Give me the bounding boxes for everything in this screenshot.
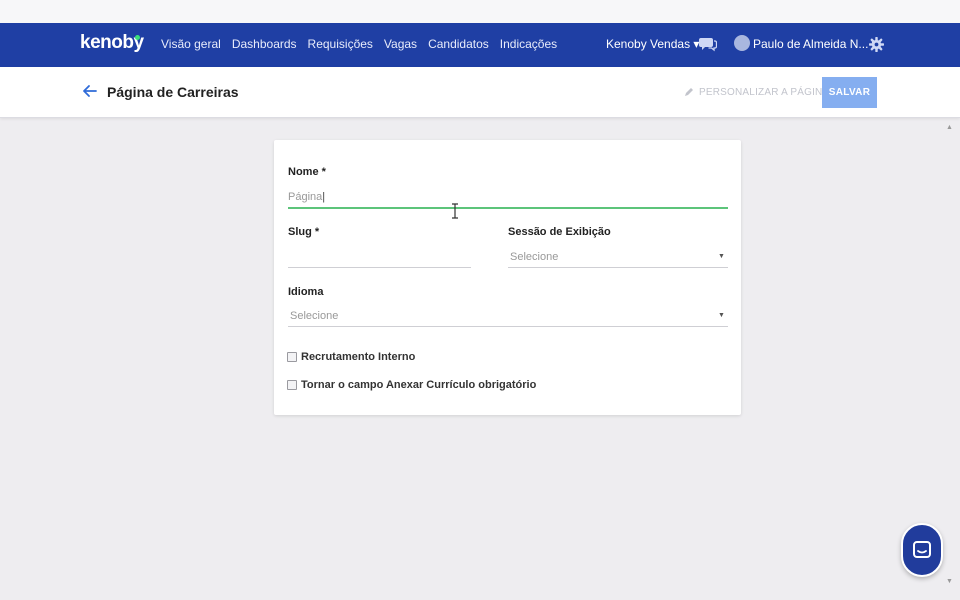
- sessao-label: Sessão de Exibição: [508, 226, 611, 238]
- nav-link-requisicoes[interactable]: Requisições: [308, 37, 373, 51]
- form-card: Nome * Página| Slug * Sessão de Exibição…: [274, 140, 741, 415]
- nav-link-vagas[interactable]: Vagas: [384, 37, 417, 51]
- page-title: Página de Carreiras: [107, 84, 239, 100]
- logo-dot: [135, 35, 140, 40]
- anexar-curriculo-checkbox[interactable]: [287, 380, 297, 390]
- top-navbar: kenoby Visão geral Dashboards Requisiçõe…: [0, 23, 960, 67]
- gear-icon[interactable]: [869, 37, 884, 52]
- browser-top-strip: [0, 0, 960, 23]
- text-caret: |: [322, 191, 326, 203]
- recrutamento-interno-checkbox[interactable]: [287, 352, 297, 362]
- idioma-select-arrow-icon[interactable]: ▼: [718, 312, 725, 319]
- nome-input-value: Página: [288, 191, 323, 203]
- back-arrow-icon[interactable]: [82, 83, 98, 99]
- nome-input[interactable]: Página|: [288, 191, 325, 203]
- company-dropdown[interactable]: Kenoby Vendas ▾: [606, 37, 699, 51]
- nav-link-dashboards[interactable]: Dashboards: [232, 37, 297, 51]
- avatar[interactable]: [734, 35, 750, 51]
- chat-bubble-icon: [913, 541, 931, 558]
- sessao-select[interactable]: Selecione: [510, 251, 558, 263]
- nav-link-visao-geral[interactable]: Visão geral: [161, 37, 221, 51]
- save-button[interactable]: SALVAR: [822, 77, 877, 108]
- pencil-icon: [685, 88, 693, 96]
- slug-label: Slug *: [288, 226, 320, 238]
- customize-page-button[interactable]: PERSONALIZAR A PÁGINA: [699, 87, 829, 98]
- scrollbar-up-arrow[interactable]: ▲: [946, 124, 953, 131]
- help-chat-button[interactable]: [901, 523, 943, 577]
- chat-icon[interactable]: [699, 36, 717, 52]
- sessao-select-underline: [508, 267, 728, 268]
- idioma-select[interactable]: Selecione: [290, 310, 338, 322]
- idioma-label: Idioma: [288, 286, 324, 298]
- anexar-curriculo-label[interactable]: Tornar o campo Anexar Currículo obrigató…: [301, 379, 536, 391]
- nome-input-underline: [288, 207, 728, 209]
- slug-input[interactable]: [288, 267, 471, 268]
- nav-link-candidatos[interactable]: Candidatos: [428, 37, 489, 51]
- idioma-select-underline: [288, 326, 728, 327]
- nome-label: Nome *: [288, 166, 326, 178]
- nav-link-indicacoes[interactable]: Indicações: [500, 37, 557, 51]
- user-menu[interactable]: Paulo de Almeida N... ▾: [753, 37, 878, 51]
- text-cursor-icon: [452, 203, 458, 219]
- recrutamento-interno-label[interactable]: Recrutamento Interno: [301, 351, 415, 363]
- kenoby-logo[interactable]: kenoby: [80, 32, 144, 54]
- main-nav: Visão geral Dashboards Requisições Vagas…: [161, 37, 557, 51]
- scrollbar-down-arrow[interactable]: ▼: [946, 578, 953, 585]
- sessao-select-arrow-icon[interactable]: ▼: [718, 253, 725, 260]
